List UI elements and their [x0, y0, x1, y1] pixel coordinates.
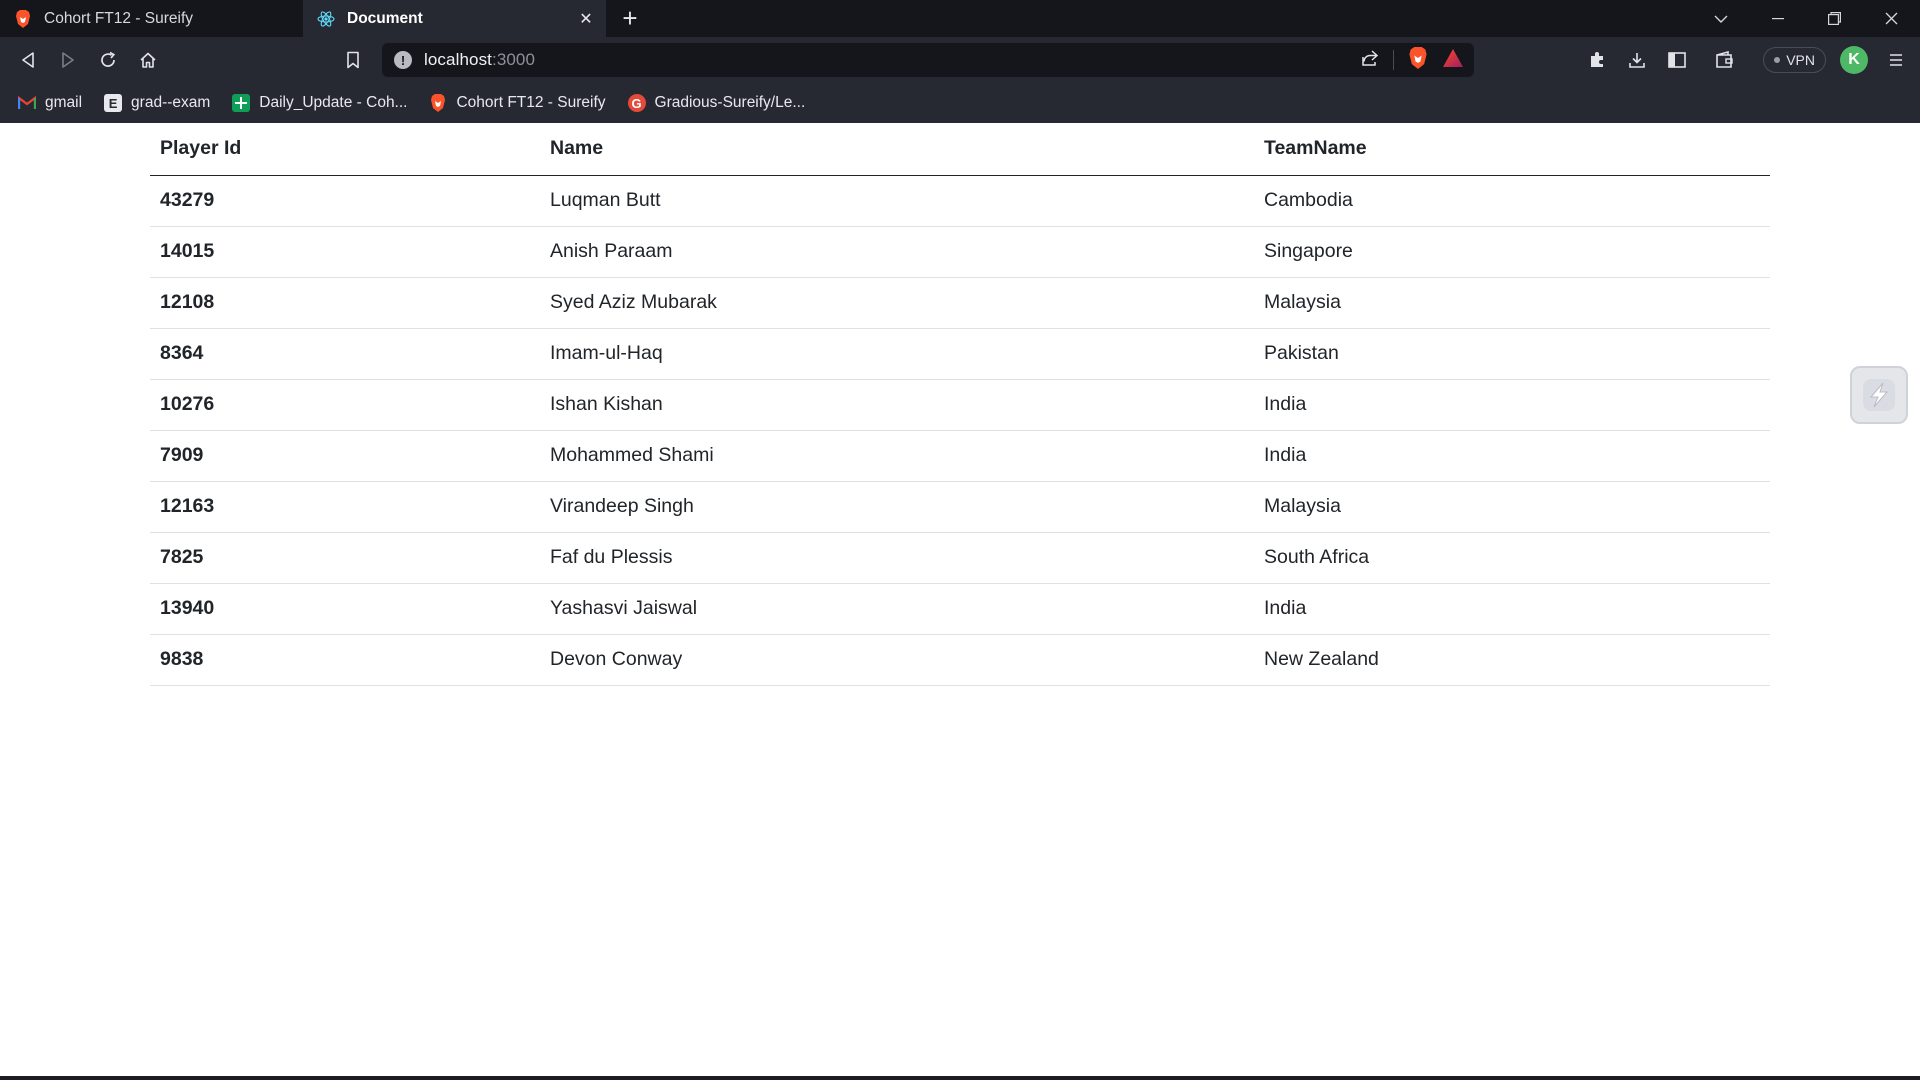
bookmark-grad-exam[interactable]: E grad--exam: [104, 94, 210, 112]
header-player-id: Player Id: [150, 123, 540, 176]
url-text: localhost:3000: [424, 50, 536, 69]
team-name: South Africa: [1254, 532, 1770, 584]
player-name: Ishan Kishan: [540, 379, 1254, 431]
lightning-bolt-icon: [1863, 379, 1895, 411]
table-row: 12108 Syed Aziz Mubarak Malaysia: [150, 277, 1770, 329]
player-id: 9838: [150, 634, 540, 686]
minimize-button[interactable]: [1749, 0, 1806, 37]
tab-strip: Cohort FT12 - Sureify Document ✕ +: [0, 0, 1920, 37]
player-name: Mohammed Shami: [540, 430, 1254, 482]
reload-icon: [101, 51, 116, 67]
site-info-icon[interactable]: !: [394, 51, 412, 69]
player-name: Syed Aziz Mubarak: [540, 277, 1254, 329]
forward-button[interactable]: [48, 40, 88, 80]
close-window-button[interactable]: [1863, 0, 1920, 37]
reload-button[interactable]: [88, 40, 128, 80]
vpn-status-dot: [1774, 57, 1781, 63]
team-name: Pakistan: [1254, 328, 1770, 380]
bookmark-page-button[interactable]: [333, 40, 373, 80]
page-content: Player Id Name TeamName 43279 Luqman Butt…: [0, 123, 1920, 1076]
table-row: 12163 Virandeep Singh Malaysia: [150, 481, 1770, 533]
react-icon: [317, 10, 335, 28]
window-bottom-edge: [0, 1076, 1920, 1080]
tab-cohort-ft12[interactable]: Cohort FT12 - Sureify: [0, 0, 303, 37]
player-id: 14015: [150, 226, 540, 278]
tab-search-chevron-icon[interactable]: [1692, 0, 1749, 37]
menu-hamburger-icon[interactable]: [1876, 40, 1916, 80]
sidebar-icon[interactable]: [1657, 40, 1697, 80]
team-name: Malaysia: [1254, 481, 1770, 533]
back-arrow-icon: [22, 52, 34, 68]
player-name: Faf du Plessis: [540, 532, 1254, 584]
restore-button[interactable]: [1806, 0, 1863, 37]
brave-lion-icon: [14, 9, 32, 28]
player-name: Anish Paraam: [540, 226, 1254, 278]
player-id: 7909: [150, 430, 540, 482]
floating-extension-button[interactable]: [1850, 366, 1908, 424]
forward-arrow-icon: [62, 52, 74, 68]
forms-icon: E: [104, 94, 123, 112]
extensions-icon[interactable]: [1577, 40, 1617, 80]
brave-shields-icon[interactable]: [1408, 46, 1428, 74]
divider: [1393, 50, 1394, 70]
table-row: 7825 Faf du Plessis South Africa: [150, 532, 1770, 584]
player-name: Devon Conway: [540, 634, 1254, 686]
player-name: Imam-ul-Haq: [540, 328, 1254, 380]
player-name: Yashasvi Jaiswal: [540, 583, 1254, 635]
close-tab-icon[interactable]: ✕: [576, 9, 596, 29]
wallet-icon[interactable]: [1705, 40, 1745, 80]
bookmark-gmail[interactable]: gmail: [18, 94, 82, 112]
table-header-row: Player Id Name TeamName: [150, 123, 1770, 176]
bookmark-daily-update[interactable]: Daily_Update - Coh...: [232, 94, 407, 112]
table-row: 10276 Ishan Kishan India: [150, 379, 1770, 431]
table-row: 14015 Anish Paraam Singapore: [150, 226, 1770, 278]
gmail-icon: [18, 94, 36, 112]
player-name: Virandeep Singh: [540, 481, 1254, 533]
brave-rewards-icon[interactable]: [1442, 48, 1464, 73]
player-id: 12108: [150, 277, 540, 329]
header-team-name: TeamName: [1254, 123, 1770, 176]
player-name: Luqman Butt: [540, 175, 1254, 227]
brave-lion-icon: [429, 94, 447, 112]
players-table: Player Id Name TeamName 43279 Luqman Butt…: [150, 123, 1770, 686]
team-name: India: [1254, 430, 1770, 482]
team-name: Singapore: [1254, 226, 1770, 278]
bookmark-icon: [347, 51, 359, 69]
tab-document[interactable]: Document ✕: [303, 0, 606, 37]
tab-title: Document: [347, 9, 423, 27]
table-row: 43279 Luqman Butt Cambodia: [150, 175, 1770, 227]
share-icon[interactable]: [1361, 49, 1379, 72]
bookmarks-bar: gmail E grad--exam Daily_Update - Coh...…: [0, 83, 1920, 123]
bookmark-cohort-ft12[interactable]: Cohort FT12 - Sureify: [429, 94, 606, 112]
bookmark-gradious[interactable]: G Gradious-Sureify/Le...: [627, 94, 805, 112]
team-name: India: [1254, 583, 1770, 635]
table-row: 7909 Mohammed Shami India: [150, 430, 1770, 482]
home-button[interactable]: [128, 40, 168, 80]
vpn-button[interactable]: VPN: [1763, 47, 1826, 73]
player-id: 43279: [150, 175, 540, 227]
table-row: 8364 Imam-ul-Haq Pakistan: [150, 328, 1770, 380]
address-bar[interactable]: ! localhost:3000: [382, 43, 1474, 77]
player-id: 13940: [150, 583, 540, 635]
downloads-icon[interactable]: [1617, 40, 1657, 80]
tab-title: Cohort FT12 - Sureify: [44, 9, 194, 27]
player-id: 12163: [150, 481, 540, 533]
player-id: 8364: [150, 328, 540, 380]
team-name: New Zealand: [1254, 634, 1770, 686]
team-name: India: [1254, 379, 1770, 431]
team-name: Cambodia: [1254, 175, 1770, 227]
sheets-icon: [232, 94, 251, 112]
header-name: Name: [540, 123, 1254, 176]
player-id: 7825: [150, 532, 540, 584]
profile-avatar[interactable]: K: [1840, 46, 1868, 74]
home-icon: [140, 52, 156, 68]
player-id: 10276: [150, 379, 540, 431]
back-button[interactable]: [8, 40, 48, 80]
browser-toolbar: ! localhost:3000 VPN K: [0, 37, 1920, 83]
table-row: 13940 Yashasvi Jaiswal India: [150, 583, 1770, 635]
new-tab-button[interactable]: +: [606, 0, 654, 37]
table-row: 9838 Devon Conway New Zealand: [150, 634, 1770, 686]
gradious-icon: G: [627, 94, 646, 112]
team-name: Malaysia: [1254, 277, 1770, 329]
